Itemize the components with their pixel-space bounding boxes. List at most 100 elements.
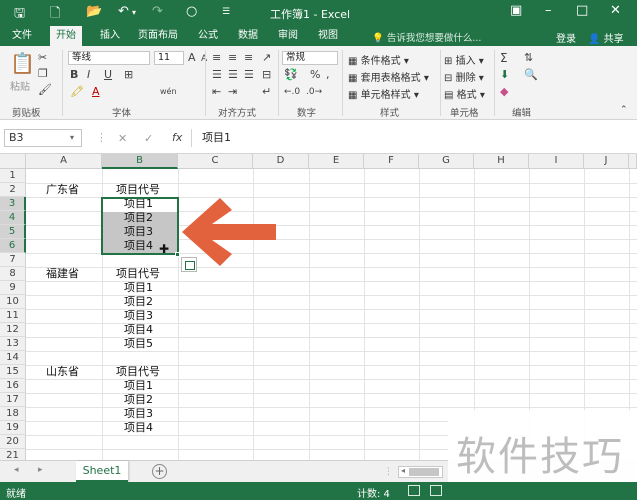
row-header-19[interactable]: 19 bbox=[0, 421, 26, 435]
align-middle-icon[interactable]: ≡ bbox=[228, 52, 237, 64]
minimize-icon[interactable]: – bbox=[545, 3, 552, 18]
tab-home[interactable]: 开始 bbox=[50, 26, 82, 47]
align-right-icon[interactable]: ☰ bbox=[244, 69, 254, 81]
scroll-left-icon[interactable]: ◂ bbox=[401, 466, 405, 475]
column-header-j[interactable]: J bbox=[584, 154, 629, 169]
ribbon-options-icon[interactable]: ▣ bbox=[510, 3, 522, 18]
row-header-6[interactable]: 6 bbox=[0, 239, 26, 253]
orientation-icon[interactable]: ↗ bbox=[262, 52, 271, 64]
horizontal-scrollbar[interactable]: ◂ bbox=[398, 466, 443, 478]
redo-icon[interactable]: ↷ bbox=[152, 4, 163, 19]
next-sheet-icon[interactable]: ▸ bbox=[38, 465, 43, 475]
row-header-10[interactable]: 10 bbox=[0, 295, 26, 309]
cell-b13[interactable]: 项目5 bbox=[124, 337, 153, 351]
format-cells-button[interactable]: ▤ 格式 ▾ bbox=[444, 86, 485, 101]
cell-b18[interactable]: 项目3 bbox=[124, 407, 153, 421]
chevron-down-icon[interactable]: ▾ bbox=[70, 133, 74, 142]
cell-b19[interactable]: 项目4 bbox=[124, 421, 153, 435]
paste-label[interactable]: 粘贴 bbox=[10, 78, 30, 93]
page-layout-view-icon[interactable] bbox=[430, 485, 442, 496]
copy-icon[interactable]: ❐ bbox=[38, 68, 48, 80]
border-icon[interactable]: ⊞ bbox=[124, 69, 133, 81]
cell-b10[interactable]: 项目2 bbox=[124, 295, 153, 309]
align-left-icon[interactable]: ☰ bbox=[212, 69, 222, 81]
select-all-corner[interactable] bbox=[0, 154, 26, 169]
fill-icon[interactable]: ⬇ bbox=[500, 69, 509, 81]
confirm-icon[interactable]: ✓ bbox=[144, 132, 153, 145]
phonetic-icon[interactable]: wén bbox=[160, 86, 177, 98]
cell-a8[interactable]: 福建省 bbox=[46, 267, 79, 281]
normal-view-icon[interactable] bbox=[408, 485, 420, 496]
column-header-h[interactable]: H bbox=[474, 154, 529, 169]
row-header-4[interactable]: 4 bbox=[0, 211, 26, 225]
cell-a2[interactable]: 广东省 bbox=[46, 183, 79, 197]
tell-me-box[interactable]: 💡 告诉我您想要做什么... bbox=[372, 30, 481, 44]
tab-view[interactable]: 视图 bbox=[312, 26, 344, 46]
row-header-20[interactable]: 20 bbox=[0, 435, 26, 449]
merge-center-icon[interactable]: ⊟ bbox=[262, 69, 271, 81]
align-center-icon[interactable]: ☰ bbox=[228, 69, 238, 81]
currency-icon[interactable]: 💱 bbox=[284, 69, 298, 81]
scroll-thumb[interactable] bbox=[409, 468, 439, 476]
increase-decimal-icon[interactable]: ←.0 bbox=[284, 86, 300, 98]
fill-color-icon[interactable]: 🖍 bbox=[70, 86, 84, 98]
share-button[interactable]: 👤 共享 bbox=[588, 30, 624, 45]
login-link[interactable]: 登录 bbox=[556, 30, 576, 45]
cut-icon[interactable]: ✂ bbox=[38, 52, 47, 64]
open-folder-icon[interactable]: 📂 bbox=[86, 4, 102, 19]
wrap-text-icon[interactable]: ↵ bbox=[262, 86, 271, 98]
cell-b8[interactable]: 项目代号 bbox=[116, 267, 160, 281]
delete-cells-button[interactable]: ⊟ 删除 ▾ bbox=[444, 69, 484, 84]
conditional-formatting-button[interactable]: ▦ 条件格式 ▾ bbox=[348, 52, 409, 67]
tab-data[interactable]: 数据 bbox=[232, 26, 264, 46]
row-header-15[interactable]: 15 bbox=[0, 365, 26, 379]
column-header-a[interactable]: A bbox=[26, 154, 102, 169]
cell-a15[interactable]: 山东省 bbox=[46, 365, 79, 379]
underline-button[interactable]: U bbox=[104, 69, 112, 81]
cell-b2[interactable]: 项目代号 bbox=[116, 183, 160, 197]
collapse-ribbon-icon[interactable]: ⌃ bbox=[620, 104, 628, 116]
undo-icon[interactable]: ↶ bbox=[118, 4, 129, 19]
cell-b15[interactable]: 项目代号 bbox=[116, 365, 160, 379]
row-header-21[interactable]: 21 bbox=[0, 449, 26, 460]
tab-insert[interactable]: 插入 bbox=[94, 26, 126, 46]
cell-styles-button[interactable]: ▦ 单元格样式 ▾ bbox=[348, 86, 419, 101]
insert-cells-button[interactable]: ⊞ 插入 ▾ bbox=[444, 52, 484, 67]
new-file-icon[interactable]: 🗋 bbox=[50, 4, 60, 26]
decrease-indent-icon[interactable]: ⇤ bbox=[212, 86, 221, 98]
column-header-f[interactable]: F bbox=[364, 154, 419, 169]
font-name-select[interactable]: 等线 bbox=[68, 51, 150, 65]
italic-button[interactable]: I bbox=[87, 69, 90, 81]
grow-font-icon[interactable]: A bbox=[188, 52, 196, 64]
tab-formulas[interactable]: 公式 bbox=[192, 26, 224, 46]
row-header-3[interactable]: 3 bbox=[0, 197, 26, 211]
row-header-7[interactable]: 7 bbox=[0, 253, 26, 267]
row-header-2[interactable]: 2 bbox=[0, 183, 26, 197]
split-handle-icon[interactable]: ⋮ bbox=[384, 466, 393, 478]
row-header-17[interactable]: 17 bbox=[0, 393, 26, 407]
column-header-b[interactable]: B bbox=[102, 154, 178, 169]
sort-filter-icon[interactable]: ⇅ bbox=[524, 52, 533, 64]
format-as-table-button[interactable]: ▦ 套用表格格式 ▾ bbox=[348, 69, 429, 84]
clear-icon[interactable]: ◆ bbox=[500, 86, 508, 98]
align-bottom-icon[interactable]: ≡ bbox=[244, 52, 253, 64]
save-icon[interactable]: 🖫 bbox=[14, 4, 25, 26]
paste-icon[interactable]: 📋 bbox=[10, 52, 35, 74]
format-painter-icon[interactable]: 🖌 bbox=[38, 84, 52, 96]
comma-button[interactable]: , bbox=[326, 69, 330, 81]
row-header-18[interactable]: 18 bbox=[0, 407, 26, 421]
row-header-14[interactable]: 14 bbox=[0, 351, 26, 365]
increase-indent-icon[interactable]: ⇥ bbox=[228, 86, 237, 98]
prev-sheet-icon[interactable]: ◂ bbox=[14, 465, 19, 475]
column-header-g[interactable]: G bbox=[419, 154, 474, 169]
cell-b11[interactable]: 项目3 bbox=[124, 309, 153, 323]
customize-icon[interactable]: ☰ bbox=[222, 7, 230, 17]
row-header-9[interactable]: 9 bbox=[0, 281, 26, 295]
tab-review[interactable]: 审阅 bbox=[272, 26, 304, 46]
maximize-icon[interactable]: □ bbox=[576, 3, 588, 18]
cell-b17[interactable]: 项目2 bbox=[124, 393, 153, 407]
find-select-icon[interactable]: 🔍 bbox=[524, 69, 538, 81]
row-header-12[interactable]: 12 bbox=[0, 323, 26, 337]
insert-function-icon[interactable]: fx bbox=[172, 131, 182, 144]
percent-button[interactable]: % bbox=[310, 69, 320, 81]
